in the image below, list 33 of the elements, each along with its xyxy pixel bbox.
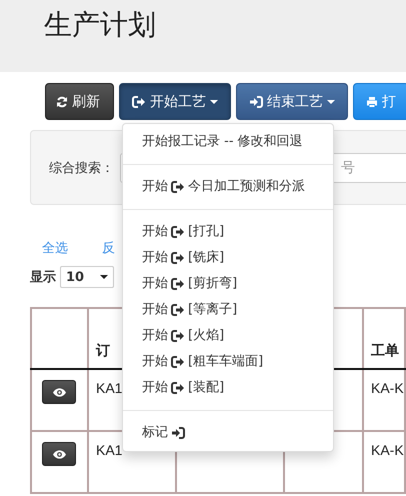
view-button[interactable] xyxy=(42,442,76,466)
menu-item[interactable]: 开始 [打孔] xyxy=(123,219,333,245)
toolbar-button[interactable]: 开始工艺 xyxy=(119,83,231,120)
menu-item[interactable]: 开始 今日加工预测和分派 xyxy=(123,174,333,200)
view-button[interactable] xyxy=(42,380,76,404)
sign-out-icon xyxy=(171,382,185,394)
column-header: 工单 xyxy=(363,308,405,369)
table-cell: KA-K xyxy=(363,431,405,493)
toolbar-button[interactable]: 刷新 xyxy=(45,83,114,120)
toolbar-button[interactable]: 结束工艺 xyxy=(236,83,348,120)
sign-out-icon xyxy=(171,252,185,264)
sign-out-icon xyxy=(171,356,185,368)
eye-icon xyxy=(52,388,66,396)
sign-in-icon xyxy=(171,427,185,439)
printer-icon xyxy=(366,96,378,108)
search-label: 综合搜索： xyxy=(49,160,114,176)
page-size-label: 显示 xyxy=(30,269,56,286)
refresh-icon xyxy=(56,96,68,108)
sign-out-icon xyxy=(171,304,185,316)
menu-item[interactable]: 开始报工记录 -- 修改和回退 xyxy=(123,129,333,155)
table-cell: KA-K xyxy=(363,369,405,431)
page-title: 生产计划 xyxy=(44,7,156,43)
caret-icon xyxy=(100,275,108,279)
sign-out-icon xyxy=(171,226,185,238)
sign-out-icon xyxy=(171,181,185,193)
page-size-select[interactable]: 10 xyxy=(60,266,114,288)
menu-item[interactable]: 开始 [剪折弯] xyxy=(123,271,333,297)
sign-out-icon xyxy=(171,278,185,290)
eye-icon xyxy=(52,450,66,458)
sign-out-icon xyxy=(132,96,146,108)
menu-item[interactable]: 开始 [铣床] xyxy=(123,245,333,271)
sign-in-icon xyxy=(249,96,263,108)
sign-out-icon xyxy=(171,330,185,342)
